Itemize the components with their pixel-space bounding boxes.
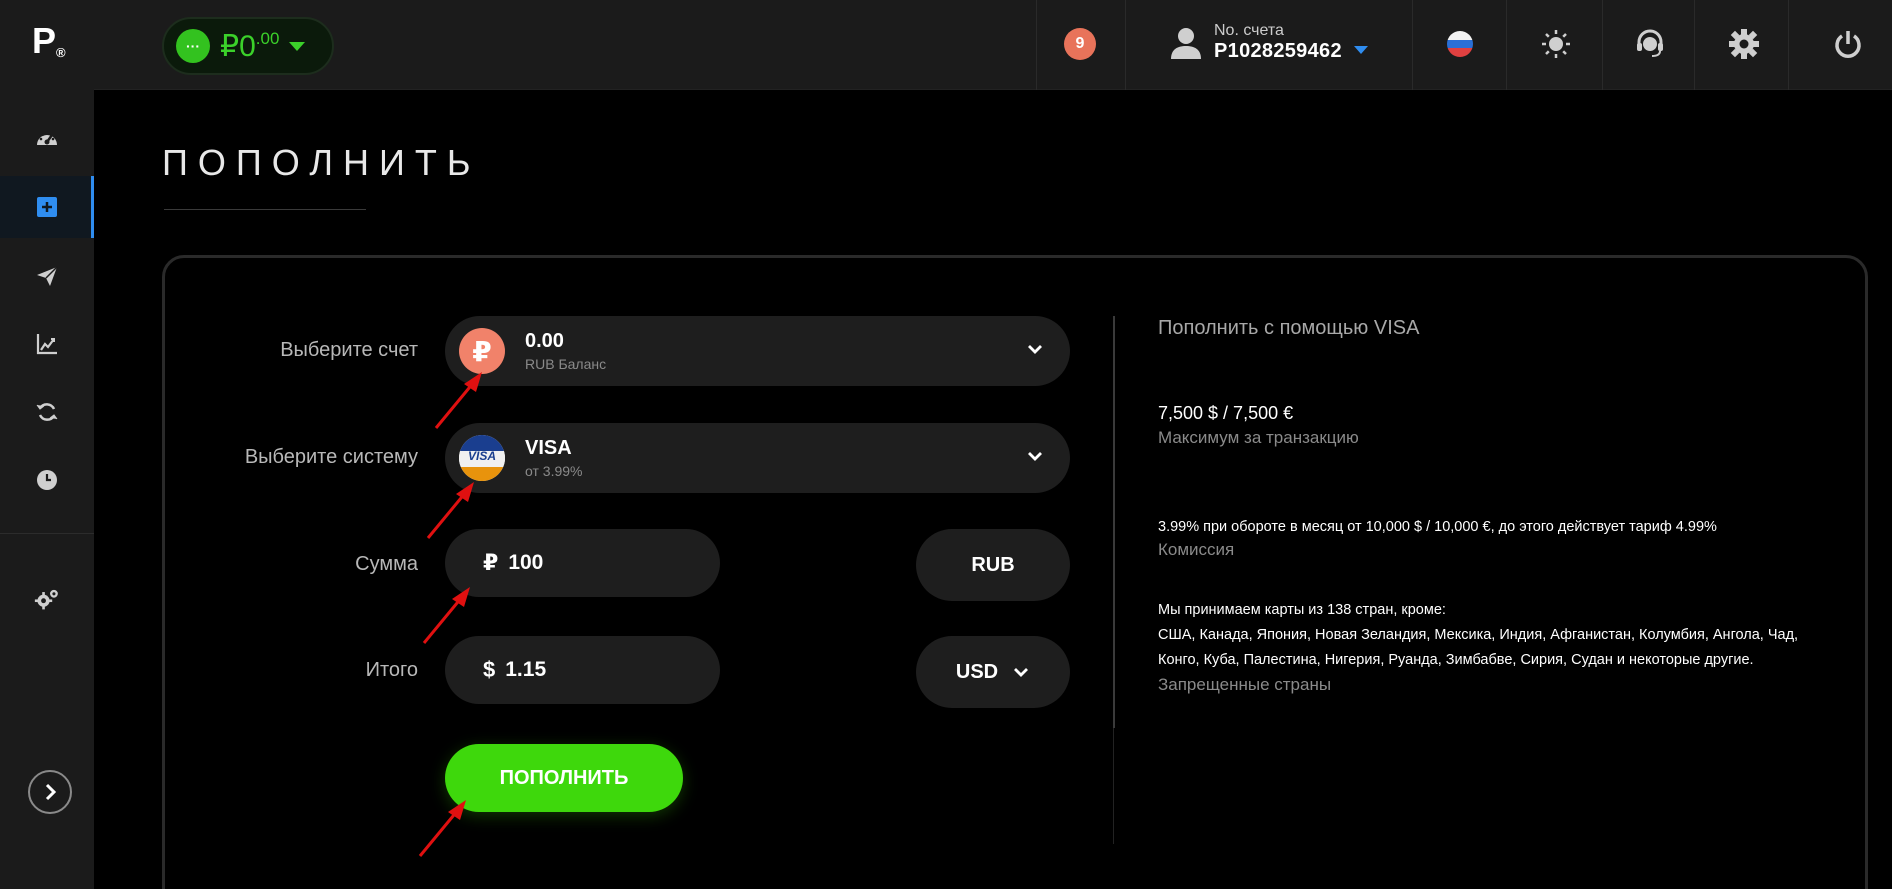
- limit-block: 7,500 $ / 7,500 € Максимум за транзакцию: [1158, 403, 1359, 448]
- amount-value: 100: [508, 551, 544, 574]
- caret-down-icon: [289, 41, 306, 51]
- sidebar-item-history[interactable]: [0, 449, 94, 511]
- account-number: P1028259462: [1214, 40, 1342, 62]
- total-input[interactable]: $ 1.15: [445, 636, 720, 704]
- title-underline: [164, 209, 366, 210]
- total-label: Итого: [365, 659, 418, 681]
- clock-icon: [37, 470, 57, 490]
- total-currency-select[interactable]: USD: [916, 636, 1070, 708]
- chart-line-icon: [36, 334, 57, 355]
- sidebar-item-deposit[interactable]: [0, 176, 94, 238]
- sun-icon: [1542, 30, 1570, 58]
- countries-label: Запрещенные страны: [1158, 675, 1332, 694]
- system-select[interactable]: VISA VISA от 3.99%: [445, 423, 1070, 493]
- limit-label: Максимум за транзакцию: [1158, 428, 1359, 447]
- amount-label: Сумма: [355, 553, 418, 575]
- balance-menu-icon: ···: [176, 29, 210, 63]
- chevron-down-icon: [1028, 345, 1042, 354]
- settings-button[interactable]: [1726, 26, 1762, 62]
- vertical-divider: [1113, 316, 1115, 728]
- balance-selector[interactable]: ··· ₽0.00: [162, 17, 334, 75]
- page-title: ПОПОЛНИТЬ: [162, 142, 481, 183]
- sidebar-item-statistics[interactable]: [0, 313, 94, 375]
- countries-intro: Мы принимаем карты из 138 стран, кроме:: [1158, 602, 1446, 618]
- commission-block: 3.99% при обороте в месяц от 10,000 $ / …: [1158, 515, 1717, 560]
- headset-icon: [1637, 29, 1663, 57]
- chevron-down-icon: [1028, 452, 1042, 461]
- deposit-submit-button[interactable]: ПОПОЛНИТЬ: [445, 744, 683, 812]
- system-select-value: VISA: [525, 437, 572, 459]
- ruble-symbol: ₽: [483, 550, 499, 575]
- system-select-label: Выберите систему: [244, 446, 418, 468]
- top-header: ··· ₽0.00 9 No. счета P1028259462: [94, 0, 1892, 90]
- gear-icon: [1729, 29, 1759, 59]
- power-icon: [1835, 31, 1861, 58]
- account-select-value: 0.00: [525, 330, 564, 352]
- limit-value: 7,500 $ / 7,500 €: [1158, 403, 1294, 423]
- sidebar-item-settings[interactable]: [0, 568, 94, 630]
- balance-amount: ₽0.00: [220, 28, 280, 63]
- annotation-arrow-icon: [418, 800, 466, 857]
- annotation-arrow-icon: [422, 587, 470, 644]
- sidebar-expand-button[interactable]: [28, 770, 72, 814]
- paper-plane-icon: [37, 266, 58, 286]
- account-select-sub: RUB Баланс: [525, 356, 607, 372]
- amount-currency: RUB: [916, 529, 1070, 601]
- account-selector[interactable]: No. счета P1028259462: [1170, 22, 1368, 63]
- logo[interactable]: P®: [32, 20, 66, 62]
- info-title: Пополнить с помощью VISA: [1158, 317, 1420, 339]
- visa-icon: VISA: [459, 435, 505, 481]
- chevron-down-icon: [1014, 668, 1029, 677]
- sidebar-item-send[interactable]: [0, 245, 94, 307]
- annotation-arrow-icon: [434, 372, 482, 429]
- russia-flag-icon: [1447, 31, 1473, 57]
- support-button[interactable]: [1632, 26, 1668, 62]
- sidebar-divider: [0, 533, 94, 534]
- caret-down-icon: [1353, 45, 1368, 54]
- countries-line2: Конго, Куба, Палестина, Нигерия, Руанда,…: [1158, 652, 1754, 668]
- logout-button[interactable]: [1830, 26, 1866, 62]
- countries-block: Мы принимаем карты из 138 стран, кроме: …: [1158, 598, 1798, 695]
- chevron-right-icon: [45, 783, 57, 801]
- gears-icon: [34, 589, 58, 610]
- ruble-icon: ₽: [459, 328, 505, 374]
- sidebar-item-dashboard[interactable]: [0, 108, 94, 170]
- theme-toggle[interactable]: [1538, 26, 1574, 62]
- speedometer-icon: [37, 131, 57, 145]
- dollar-symbol: $: [483, 657, 496, 682]
- account-select[interactable]: ₽ 0.00 RUB Баланс: [445, 316, 1070, 386]
- account-select-label: Выберите счет: [280, 339, 418, 361]
- total-value: 1.15: [505, 658, 547, 681]
- sidebar-item-exchange[interactable]: [0, 381, 94, 443]
- amount-input[interactable]: ₽ 100: [445, 529, 720, 597]
- notifications-badge[interactable]: 9: [1064, 28, 1096, 60]
- countries-line1: США, Канада, Япония, Новая Зеландия, Мек…: [1158, 627, 1799, 643]
- annotation-arrow-icon: [426, 482, 474, 539]
- commission-label: Комиссия: [1158, 540, 1235, 559]
- commission-value: 3.99% при обороте в месяц от 10,000 $ / …: [1158, 519, 1717, 535]
- refresh-icon: [36, 403, 58, 421]
- sidebar: P®: [0, 0, 94, 889]
- account-label: No. счета: [1214, 22, 1284, 39]
- plus-square-icon: [37, 197, 57, 217]
- system-select-sub: от 3.99%: [525, 463, 583, 479]
- user-icon: [1171, 27, 1201, 59]
- language-selector[interactable]: [1442, 26, 1478, 62]
